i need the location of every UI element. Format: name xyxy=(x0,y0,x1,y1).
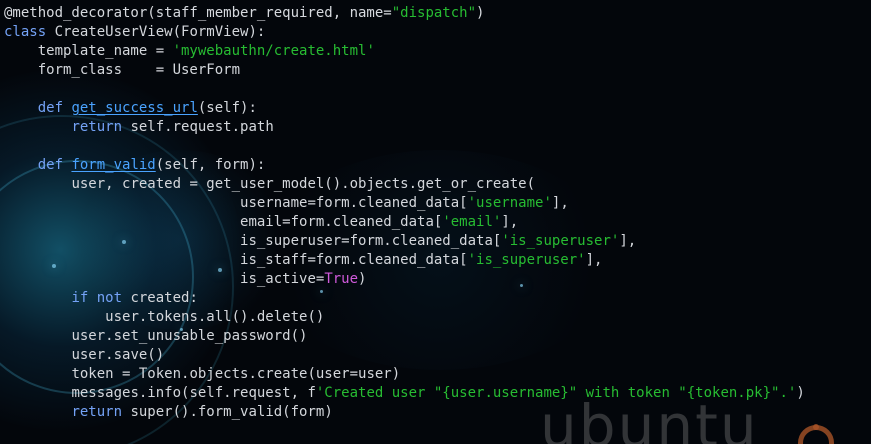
code-line: user.save() xyxy=(4,346,805,365)
code-line: return super().form_valid(form) xyxy=(4,403,805,422)
code-token: user.set_unusable_password() xyxy=(71,328,308,344)
code-line: user.tokens.all().delete() xyxy=(4,308,805,327)
code-line: messages.info(self.request, f'Created us… xyxy=(4,384,805,403)
code-token: user, created = get_user_model().objects… xyxy=(71,176,536,192)
code-token: is_staff=form.cleaned_data[ xyxy=(240,252,468,268)
code-token: 'is_superuser' xyxy=(501,233,620,249)
code-token: form_valid xyxy=(71,157,156,173)
code-token: True xyxy=(324,271,359,287)
code-token: return xyxy=(71,119,131,135)
code-line: is_active=True) xyxy=(4,270,805,289)
code-token: ], xyxy=(551,195,569,211)
code-token: not xyxy=(96,290,131,306)
code-line: return self.request.path xyxy=(4,118,805,137)
code-token: is_active= xyxy=(240,271,325,287)
code-token: form_class = UserForm xyxy=(37,62,241,78)
code-token: template_name = xyxy=(37,43,173,59)
code-token: ], xyxy=(619,233,637,249)
code-token: user.save() xyxy=(71,347,165,363)
code-token: username=form.cleaned_data[ xyxy=(240,195,468,211)
code-token: self.request.path xyxy=(130,119,274,135)
code-token: ], xyxy=(501,214,519,230)
code-line: template_name = 'mywebauthn/create.html' xyxy=(4,42,805,61)
code-line: form_class = UserForm xyxy=(4,61,805,80)
code-token: @method_decorator(staff_member_required,… xyxy=(4,5,392,21)
code-line: def get_success_url(self): xyxy=(4,99,805,118)
code-token: get_success_url xyxy=(71,100,198,116)
code-token: 'is_superuser' xyxy=(467,252,586,268)
code-token: token = Token.objects.create(user=user) xyxy=(71,366,401,382)
code-token: CreateUserView(FormView): xyxy=(54,24,266,40)
code-token: "dispatch" xyxy=(391,5,477,21)
code-line: is_superuser=form.cleaned_data['is_super… xyxy=(4,232,805,251)
code-line: username=form.cleaned_data['username'], xyxy=(4,194,805,213)
code-token: created: xyxy=(130,290,198,306)
code-line: is_staff=form.cleaned_data['is_superuser… xyxy=(4,251,805,270)
code-line: user.set_unusable_password() xyxy=(4,327,805,346)
code-token: if xyxy=(71,290,97,306)
code-token: return xyxy=(71,404,131,420)
code-line: def form_valid(self, form): xyxy=(4,156,805,175)
code-token: email=form.cleaned_data[ xyxy=(240,214,443,230)
code-line: if not created: xyxy=(4,289,805,308)
code-token: ], xyxy=(585,252,603,268)
code-token: def xyxy=(37,157,72,173)
code-token: 'username' xyxy=(467,195,552,211)
code-token: 'email' xyxy=(442,214,502,230)
code-token: messages.info(self.request, f xyxy=(71,385,316,401)
code-token: is_superuser=form.cleaned_data[ xyxy=(240,233,502,249)
ubuntu-circle-icon xyxy=(798,424,834,444)
code-token: def xyxy=(37,100,72,116)
code-line: token = Token.objects.create(user=user) xyxy=(4,365,805,384)
code-token: (self): xyxy=(197,100,257,116)
code-token: class xyxy=(4,24,55,40)
code-token: 'Created user "{user.username}" with tok… xyxy=(315,385,797,401)
code-token: 'mywebauthn/create.html' xyxy=(172,43,375,59)
code-token: super().form_valid(form) xyxy=(130,404,333,420)
code-line: email=form.cleaned_data['email'], xyxy=(4,213,805,232)
code-token: ) xyxy=(358,271,367,287)
code-line: class CreateUserView(FormView): xyxy=(4,23,805,42)
code-token: (self, form): xyxy=(155,157,266,173)
code-editor: @method_decorator(staff_member_required,… xyxy=(4,4,805,422)
code-line: user, created = get_user_model().objects… xyxy=(4,175,805,194)
code-token: ) xyxy=(476,5,485,21)
code-token: user.tokens.all().delete() xyxy=(105,309,325,325)
code-token: ) xyxy=(796,385,805,401)
code-line: @method_decorator(staff_member_required,… xyxy=(4,4,805,23)
